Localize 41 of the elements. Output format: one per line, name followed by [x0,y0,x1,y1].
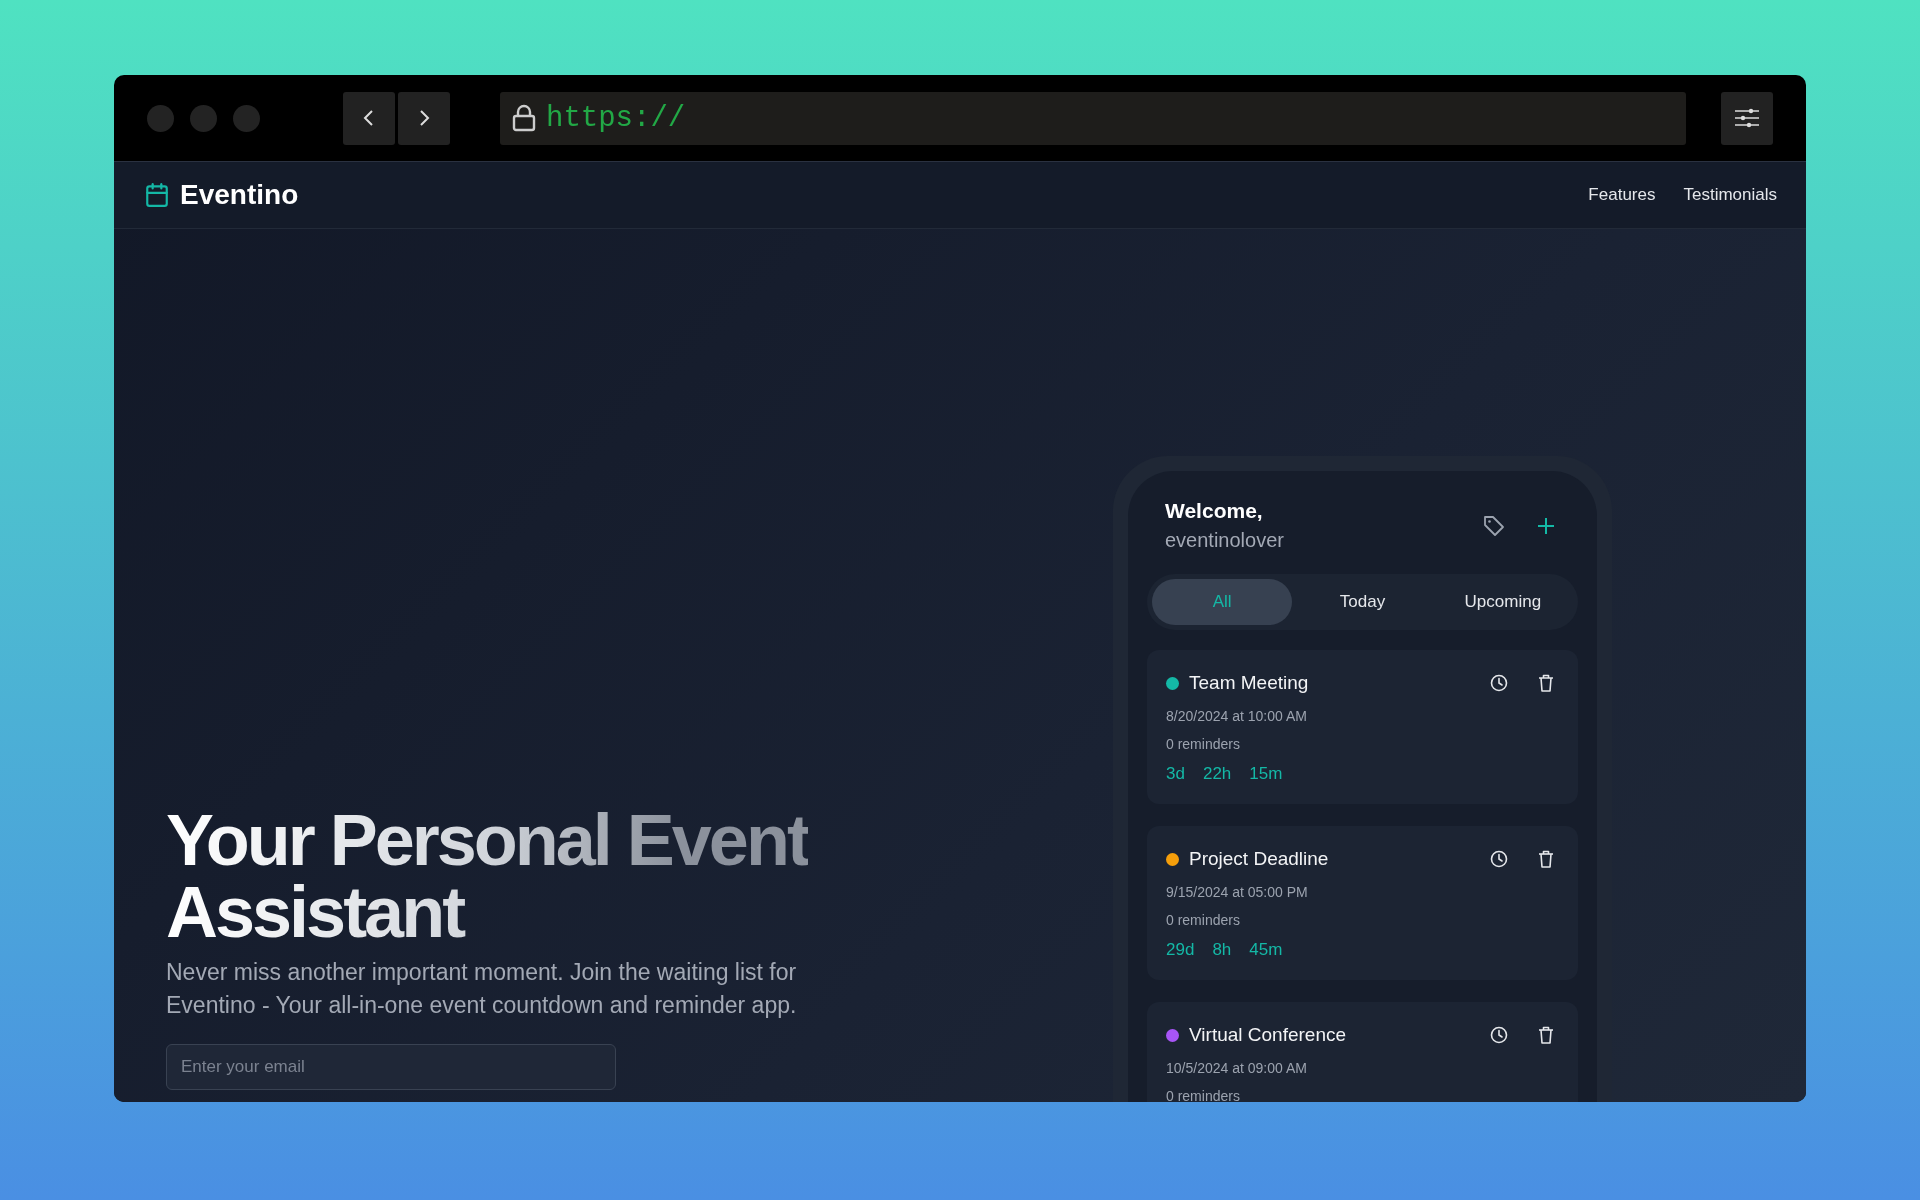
countdown-value: 3d [1166,764,1185,784]
nav-link[interactable]: Features [1588,185,1656,205]
hero-subtitle: Never miss another important moment. Join the waiting list for Eventino - Your all-in-one event countdown and reminder app. [166,958,798,1020]
countdown-value: 45m [1249,940,1283,960]
event-date: 10/5/2024 at 09:00 AM [1166,1060,1308,1076]
calendar-icon [144,182,170,208]
sliders-icon [1734,107,1760,129]
countdown-value: 22h [1202,764,1232,784]
reminder-count: 0 reminders [1166,1088,1241,1102]
event-card[interactable]: Project Deadline 9/15/2024 at 05:00 PM 0 reminders 29d 8h 45m [1147,826,1578,980]
countdown-value: 29d [1166,940,1195,960]
trash-icon[interactable] [1538,850,1554,868]
brand-name[interactable]: Eventino [180,179,299,211]
clock-icon[interactable] [1490,1026,1508,1044]
nav-link[interactable]: Testimonials [1683,185,1777,205]
greeting: Welcome, [1165,499,1264,523]
filter-tab[interactable]: Today [1292,579,1433,625]
countdown-value: 8h [1212,940,1232,960]
clock-icon[interactable] [1490,674,1508,692]
trash-icon[interactable] [1538,674,1554,692]
event-title: Virtual Conference [1189,1024,1348,1046]
add-icon[interactable] [1536,515,1556,536]
event-date: 8/20/2024 at 10:00 AM [1166,708,1308,724]
username: eventinolover [1165,529,1284,552]
email-field[interactable]: Enter your email [166,1044,616,1090]
event-date: 9/15/2024 at 05:00 PM [1166,884,1309,900]
lock-icon [512,104,536,132]
countdown-value: 15m [1249,764,1283,784]
event-title: Team Meeting [1189,672,1310,694]
trash-icon[interactable] [1538,1026,1554,1044]
filter-tab[interactable]: All [1152,579,1293,625]
tag-icon[interactable] [1482,513,1506,538]
settings-button[interactable] [1721,91,1773,145]
reminder-count: 0 reminders [1166,736,1241,752]
event-card[interactable]: Team Meeting 8/20/2024 at 10:00 AM 0 reminders 3d 22h 15m [1147,650,1578,804]
filter-tab[interactable]: Upcoming [1432,579,1573,625]
reminder-count: 0 reminders [1166,912,1241,928]
address-bar[interactable]: https:// [500,91,1686,145]
event-title: Project Deadline [1189,848,1330,870]
event-card[interactable]: Virtual Conference 10/5/2024 at 09:00 AM 0 reminders [1147,1002,1578,1102]
clock-icon[interactable] [1490,850,1508,868]
